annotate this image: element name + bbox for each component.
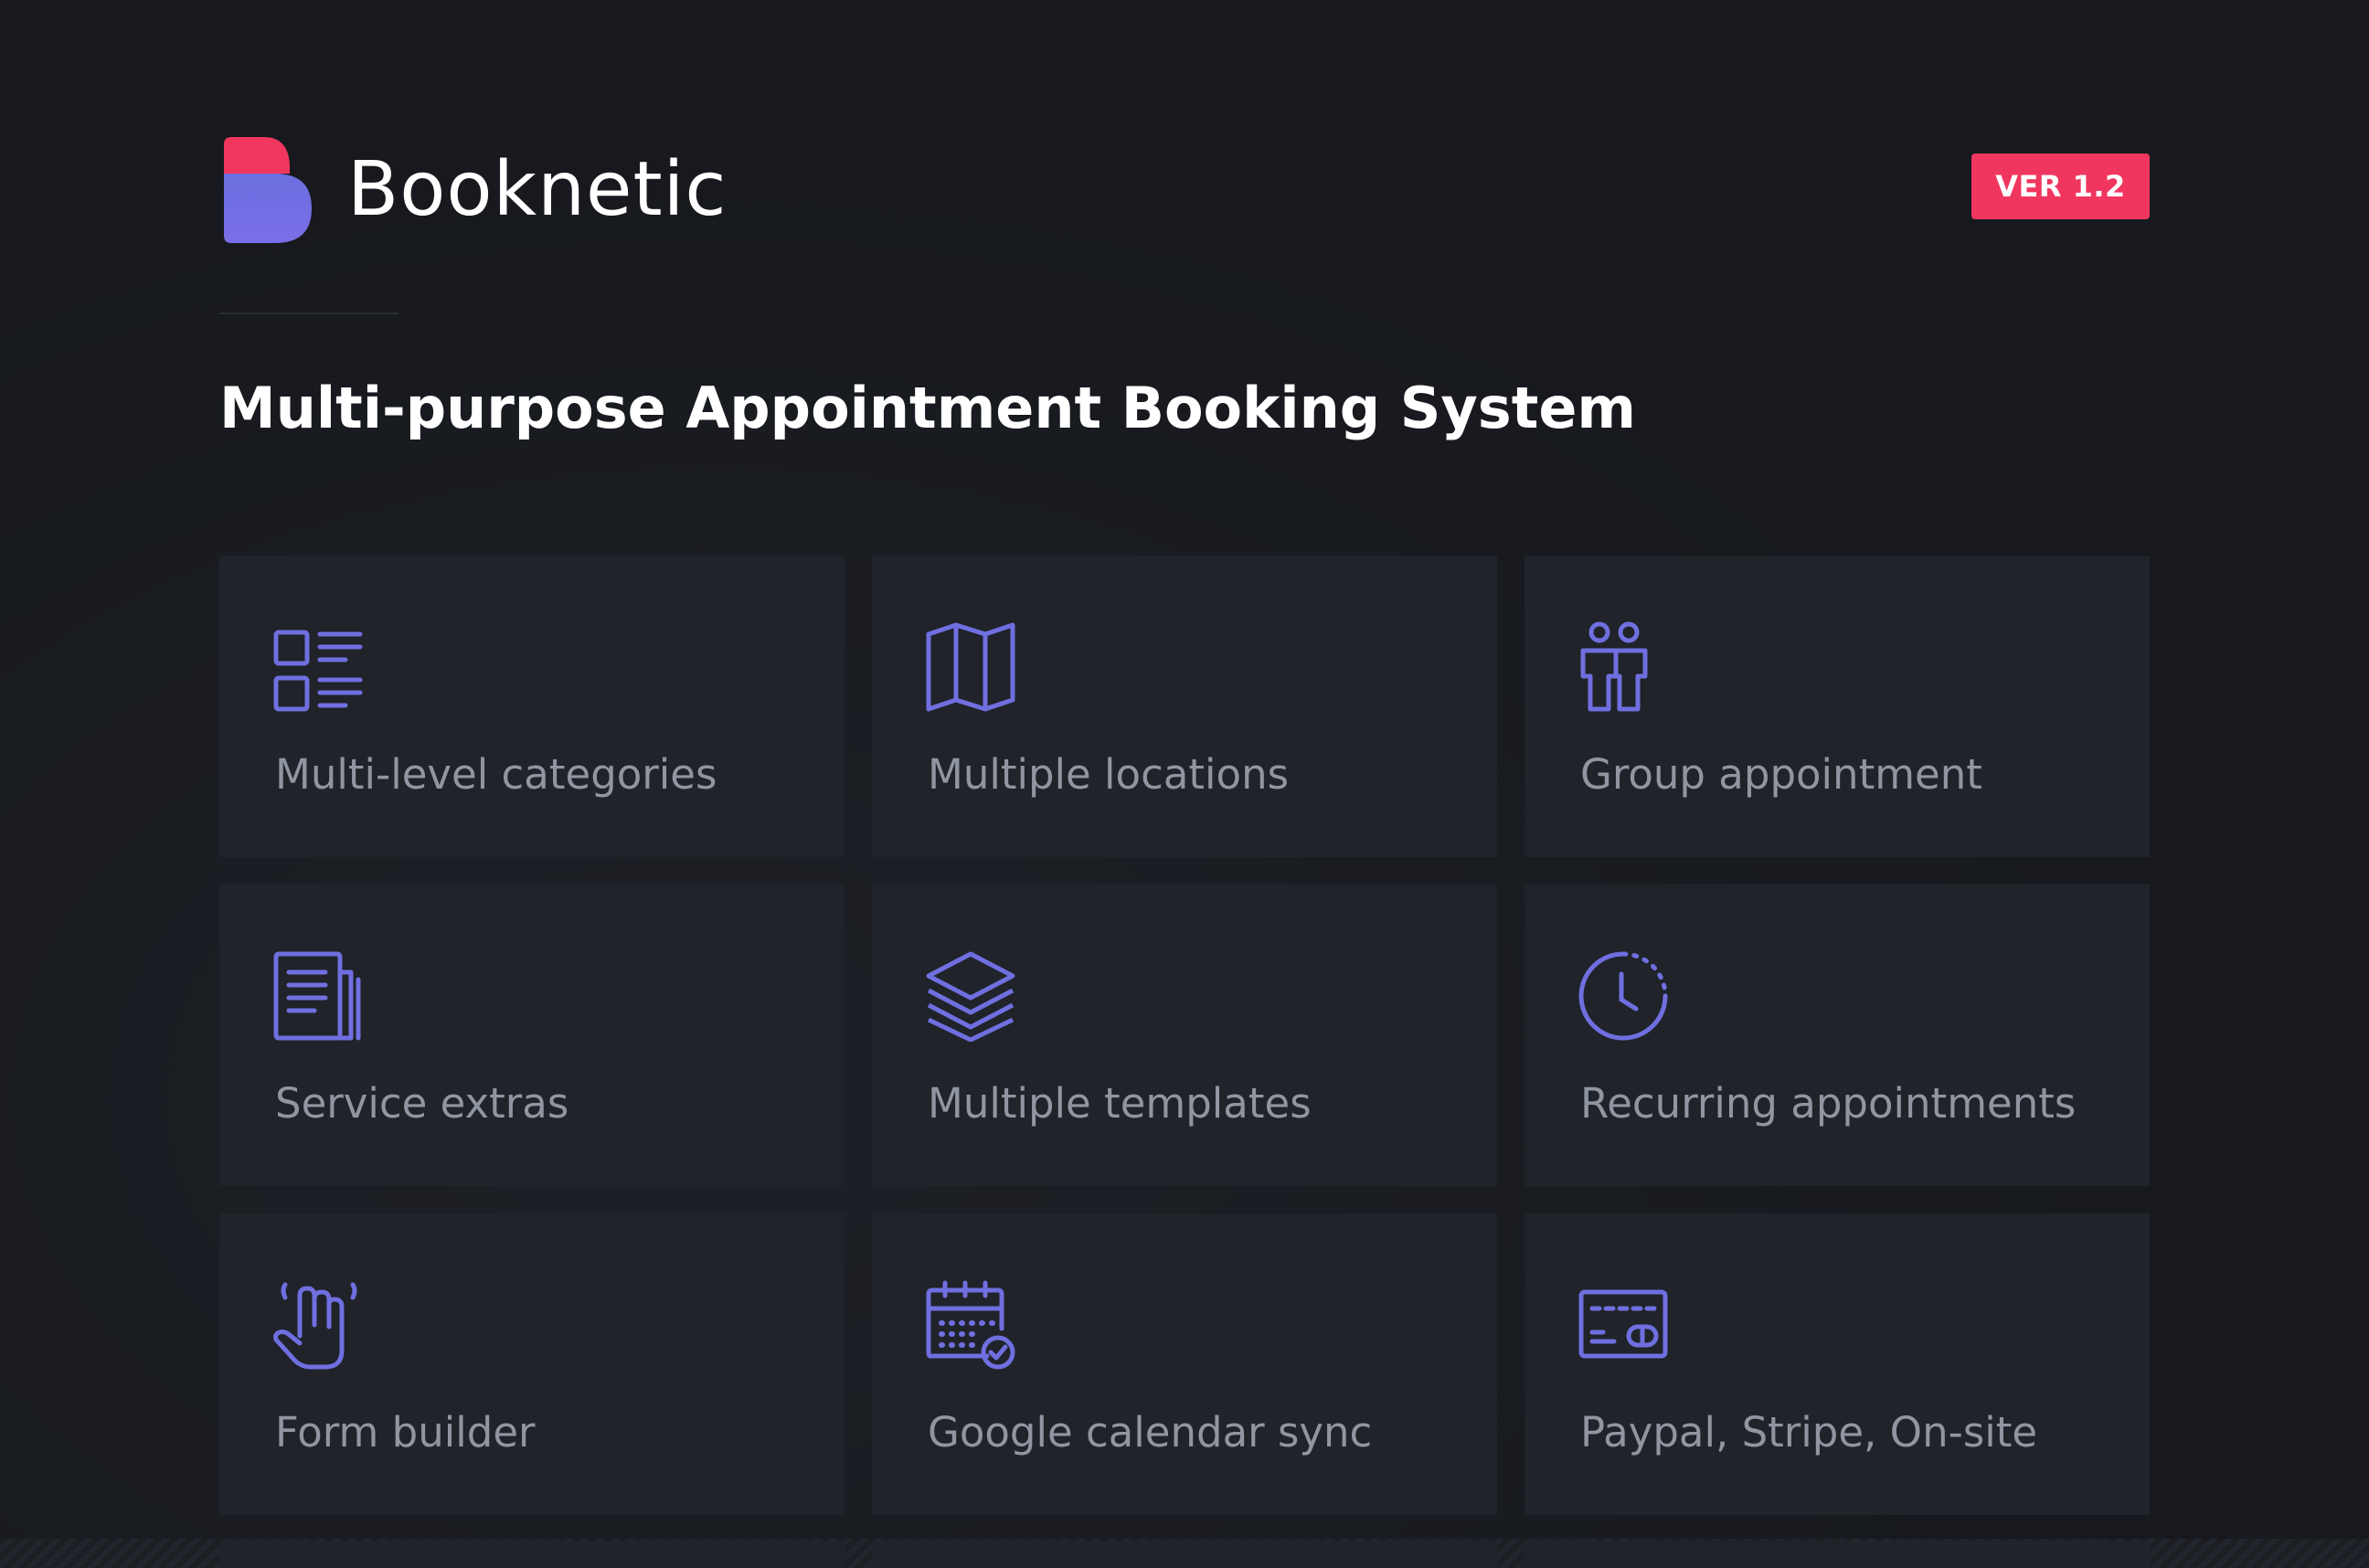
feature-label: Recurring appointments <box>1580 1079 2077 1128</box>
feature-card-multi-level-categories: Multi-level categories <box>219 556 845 857</box>
brand-name: Booknetic <box>347 146 728 233</box>
feature-card-multiple-templates: Multiple templates <box>872 885 1497 1186</box>
calendar-check-icon <box>925 1279 1016 1371</box>
header-divider <box>219 313 398 314</box>
version-badge: VER 1.2 <box>1971 154 2150 219</box>
feature-grid: Multi-level categories Multiple location… <box>219 556 2150 1515</box>
page-tagline: Multi-purpose Appointment Booking System <box>219 375 1636 441</box>
clock-icon <box>1578 950 1669 1042</box>
page: Booknetic VER 1.2 Multi-purpose Appointm… <box>0 0 2369 1568</box>
feature-label: Google calendar sync <box>928 1408 1373 1457</box>
document-icon <box>272 950 364 1042</box>
feature-label: Paypal, Stripe, On-site <box>1580 1408 2038 1457</box>
feature-label: Multi-level categories <box>275 750 717 799</box>
feature-card-payments: Paypal, Stripe, On-site <box>1524 1213 2150 1515</box>
feature-card-google-calendar-sync: Google calendar sync <box>872 1213 1497 1515</box>
feature-card-recurring-appointments: Recurring appointments <box>1524 885 2150 1186</box>
group-icon <box>1578 621 1669 713</box>
feature-card-form-builder: Form builder <box>219 1213 845 1515</box>
payment-card-icon <box>1578 1279 1669 1371</box>
feature-label: Multiple locations <box>928 750 1290 799</box>
feature-card-service-extras: Service extras <box>219 885 845 1186</box>
hand-pointer-icon <box>272 1279 364 1371</box>
booknetic-logo-icon <box>224 137 312 243</box>
layers-icon <box>925 950 1016 1042</box>
categories-icon <box>272 621 364 713</box>
feature-card-partial <box>872 1541 1497 1568</box>
feature-card-group-appointment: Group appointment <box>1524 556 2150 857</box>
feature-card-multiple-locations: Multiple locations <box>872 556 1497 857</box>
feature-label: Form builder <box>275 1408 536 1457</box>
map-icon <box>925 621 1016 713</box>
feature-card-partial <box>1524 1541 2150 1568</box>
feature-label: Group appointment <box>1580 750 1982 799</box>
feature-card-partial <box>219 1541 845 1568</box>
feature-label: Multiple templates <box>928 1079 1312 1128</box>
feature-label: Service extras <box>275 1079 569 1128</box>
